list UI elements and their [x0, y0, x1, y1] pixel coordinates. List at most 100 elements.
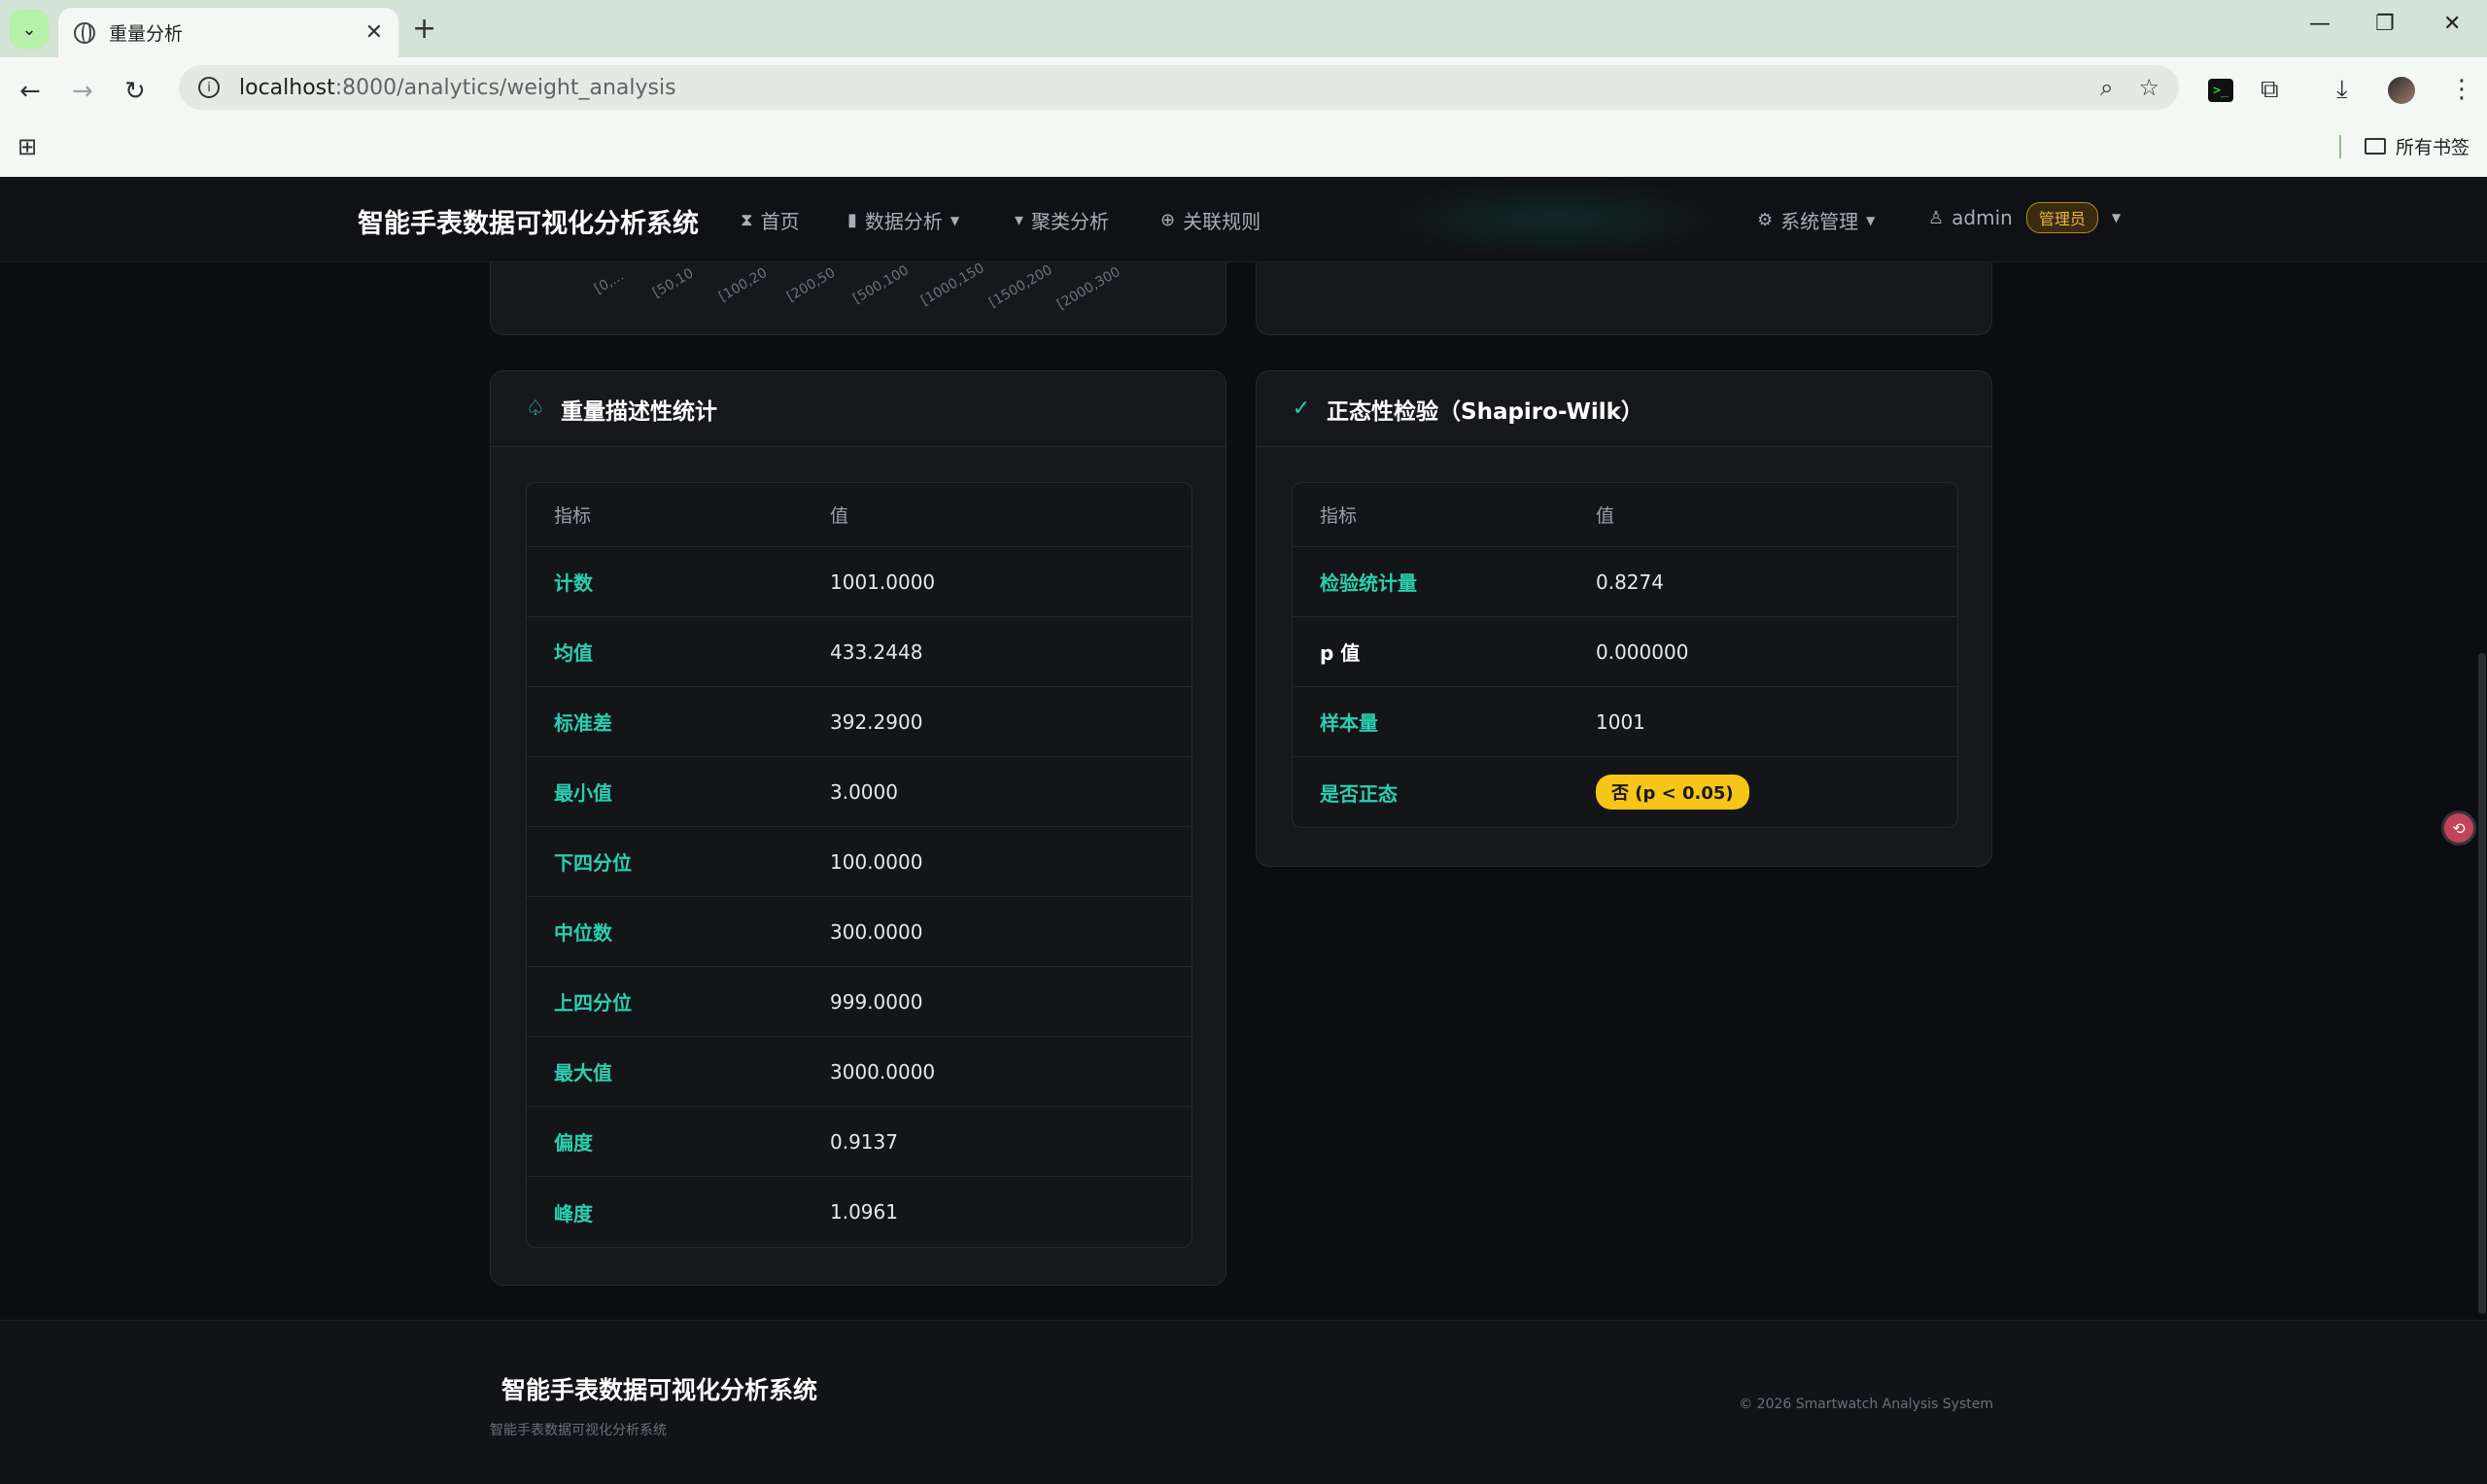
table-row: 上四分位 999.0000: [527, 967, 1192, 1037]
all-bookmarks-label: 所有书签: [2395, 137, 2470, 158]
profile-avatar[interactable]: [2388, 77, 2415, 104]
row-value: 3.0000: [830, 779, 898, 804]
address-bar[interactable]: i localhost:8000/analytics/weight_analys…: [179, 65, 2179, 110]
download-icon[interactable]: ⤓: [2336, 75, 2348, 105]
table-row: 下四分位 100.0000: [527, 827, 1192, 897]
extensions-puzzle-icon[interactable]: ⧉: [2261, 75, 2279, 105]
droplet-icon: ♤: [526, 397, 545, 421]
nav-item-cluster-analysis[interactable]: ▾ 聚类分析: [1015, 206, 1109, 234]
table-row: 检验统计量 0.8274: [1293, 547, 1957, 617]
status-badge: 否 (p < 0.05): [1596, 775, 1749, 810]
chevron-down-icon: ⌄: [21, 18, 37, 40]
browser-tab-active[interactable]: 重量分析 ✕: [58, 8, 398, 57]
caret-down-icon: ▼: [950, 213, 960, 227]
browser-toolbar: ← → ↻ i localhost:8000/analytics/weight_…: [0, 57, 2487, 177]
row-value: 100.0000: [830, 849, 923, 874]
row-label: 是否正态: [1320, 781, 1398, 806]
new-tab-button[interactable]: +: [412, 12, 436, 46]
row-label: 均值: [554, 641, 593, 665]
table-row: 标准差 392.2900: [527, 687, 1192, 757]
reload-icon[interactable]: ↻: [124, 77, 146, 106]
gear-icon: ⚙: [1757, 210, 1774, 230]
site-info-icon[interactable]: i: [198, 77, 220, 98]
card-header: ♤ 重量描述性统计: [491, 371, 1226, 447]
nav-item-home[interactable]: ⧗ 首页: [741, 206, 800, 234]
user-icon: ♙: [1928, 207, 1945, 228]
row-label: 峰度: [554, 1201, 593, 1225]
minimize-icon[interactable]: —: [2309, 12, 2331, 36]
more-menu-icon[interactable]: ⋮: [2449, 75, 2474, 104]
translate-extension-icon[interactable]: ⟲: [2441, 811, 2476, 846]
thumb-down-icon: ▾: [1015, 210, 1024, 230]
x-tick-label: [100,20: [716, 264, 771, 305]
row-value: 433.2448: [830, 639, 923, 664]
row-label: 检验统计量: [1320, 571, 1417, 595]
all-bookmarks[interactable]: 所有书签: [2338, 133, 2470, 159]
row-value: 1001.0000: [830, 569, 936, 594]
table-header-row: 指标 值: [527, 483, 1192, 547]
x-tick-label: [200,50: [784, 264, 839, 305]
user-menu[interactable]: ♙ admin 管理员 ▼: [1928, 202, 2121, 233]
bookmark-star-icon[interactable]: ☆: [2138, 74, 2159, 101]
restore-icon[interactable]: ❐: [2375, 12, 2395, 36]
row-value: 300.0000: [830, 919, 923, 944]
row-value: 0.8274: [1596, 569, 1664, 594]
descriptive-stats-card: ♤ 重量描述性统计 指标 值 计数 1001.0000 均值 433.2448 标准…: [490, 370, 1226, 1286]
table-row: 计数 1001.0000: [527, 547, 1192, 617]
nav-item-system-management[interactable]: ⚙ 系统管理 ▼: [1757, 206, 1875, 234]
close-icon[interactable]: ✕: [365, 20, 383, 45]
table-row: 样本量 1001: [1293, 687, 1957, 757]
window-close-icon[interactable]: ✕: [2443, 12, 2461, 36]
globe-icon: [74, 21, 95, 44]
check-circle-icon: ✓: [1292, 397, 1311, 421]
terminal-extension-icon[interactable]: >_: [2208, 79, 2233, 102]
row-value: 3000.0000: [830, 1059, 936, 1084]
zoom-icon[interactable]: ⌕: [2100, 74, 2113, 101]
row-value: 否 (p < 0.05): [1596, 775, 1749, 810]
apps-grid-icon[interactable]: ⊞: [17, 133, 37, 160]
navbar-glow: [1361, 177, 1749, 262]
x-tick-label: [0,...: [592, 267, 627, 297]
descriptive-stats-table: 指标 值 计数 1001.0000 均值 433.2448 标准差 392.2900 …: [526, 482, 1192, 1248]
row-label: 上四分位: [554, 991, 632, 1015]
gamepad-icon: ⊕: [1160, 210, 1176, 230]
tab-search-button[interactable]: ⌄: [10, 10, 49, 49]
page-footer: 智能手表数据可视化分析系统 智能手表数据可视化分析系统 © 2026 Smart…: [0, 1320, 2487, 1484]
role-badge: 管理员: [2025, 202, 2098, 233]
column-header-metric: 指标: [554, 505, 592, 527]
table-row: p 值 0.000000: [1293, 617, 1957, 687]
scrollbar[interactable]: [2478, 653, 2486, 1314]
forward-arrow-icon[interactable]: →: [72, 77, 93, 106]
nav-item-data-analysis[interactable]: ▮ 数据分析 ▼: [847, 206, 959, 234]
back-arrow-icon[interactable]: ←: [19, 77, 41, 106]
table-row: 最小值 3.0000: [527, 757, 1192, 827]
nav-item-label: 系统管理: [1780, 210, 1859, 233]
footer-subtitle: 智能手表数据可视化分析系统: [490, 1423, 667, 1438]
table-row: 偏度 0.9137: [527, 1107, 1192, 1177]
bookmarks-separator: [2338, 134, 2341, 158]
brand-title[interactable]: 智能手表数据可视化分析系统: [358, 202, 699, 240]
x-tick-label: [500,100: [850, 262, 912, 307]
card-header: ✓ 正态性检验（Shapiro-Wilk）: [1257, 371, 1991, 447]
footer-copyright: © 2026 Smartwatch Analysis System: [1739, 1397, 1993, 1412]
row-label: 偏度: [554, 1131, 593, 1155]
normality-test-table: 指标 值 检验统计量 0.8274 p 值 0.000000 样本量 1001 是否正…: [1292, 482, 1958, 828]
caret-down-icon: ▼: [2111, 211, 2122, 224]
folder-icon: [2364, 138, 2386, 155]
row-label: p 值: [1320, 641, 1361, 665]
row-label: 最大值: [554, 1061, 612, 1085]
caret-down-icon: ▼: [1866, 213, 1876, 227]
url-host: localhost: [239, 75, 335, 100]
row-label: 下四分位: [554, 851, 632, 875]
row-value: 999.0000: [830, 989, 923, 1014]
row-value: 0.9137: [830, 1129, 898, 1154]
row-label: 样本量: [1320, 711, 1378, 735]
row-label: 计数: [554, 571, 593, 595]
row-label: 中位数: [554, 921, 612, 945]
row-value: 0.000000: [1596, 639, 1689, 664]
nav-item-association-rules[interactable]: ⊕ 关联规则: [1160, 206, 1261, 234]
url-text[interactable]: localhost:8000/analytics/weight_analysis: [239, 76, 2075, 100]
table-row: 是否正态 否 (p < 0.05): [1293, 757, 1957, 827]
row-value: 1001: [1596, 709, 1645, 734]
table-row: 均值 433.2448: [527, 617, 1192, 687]
